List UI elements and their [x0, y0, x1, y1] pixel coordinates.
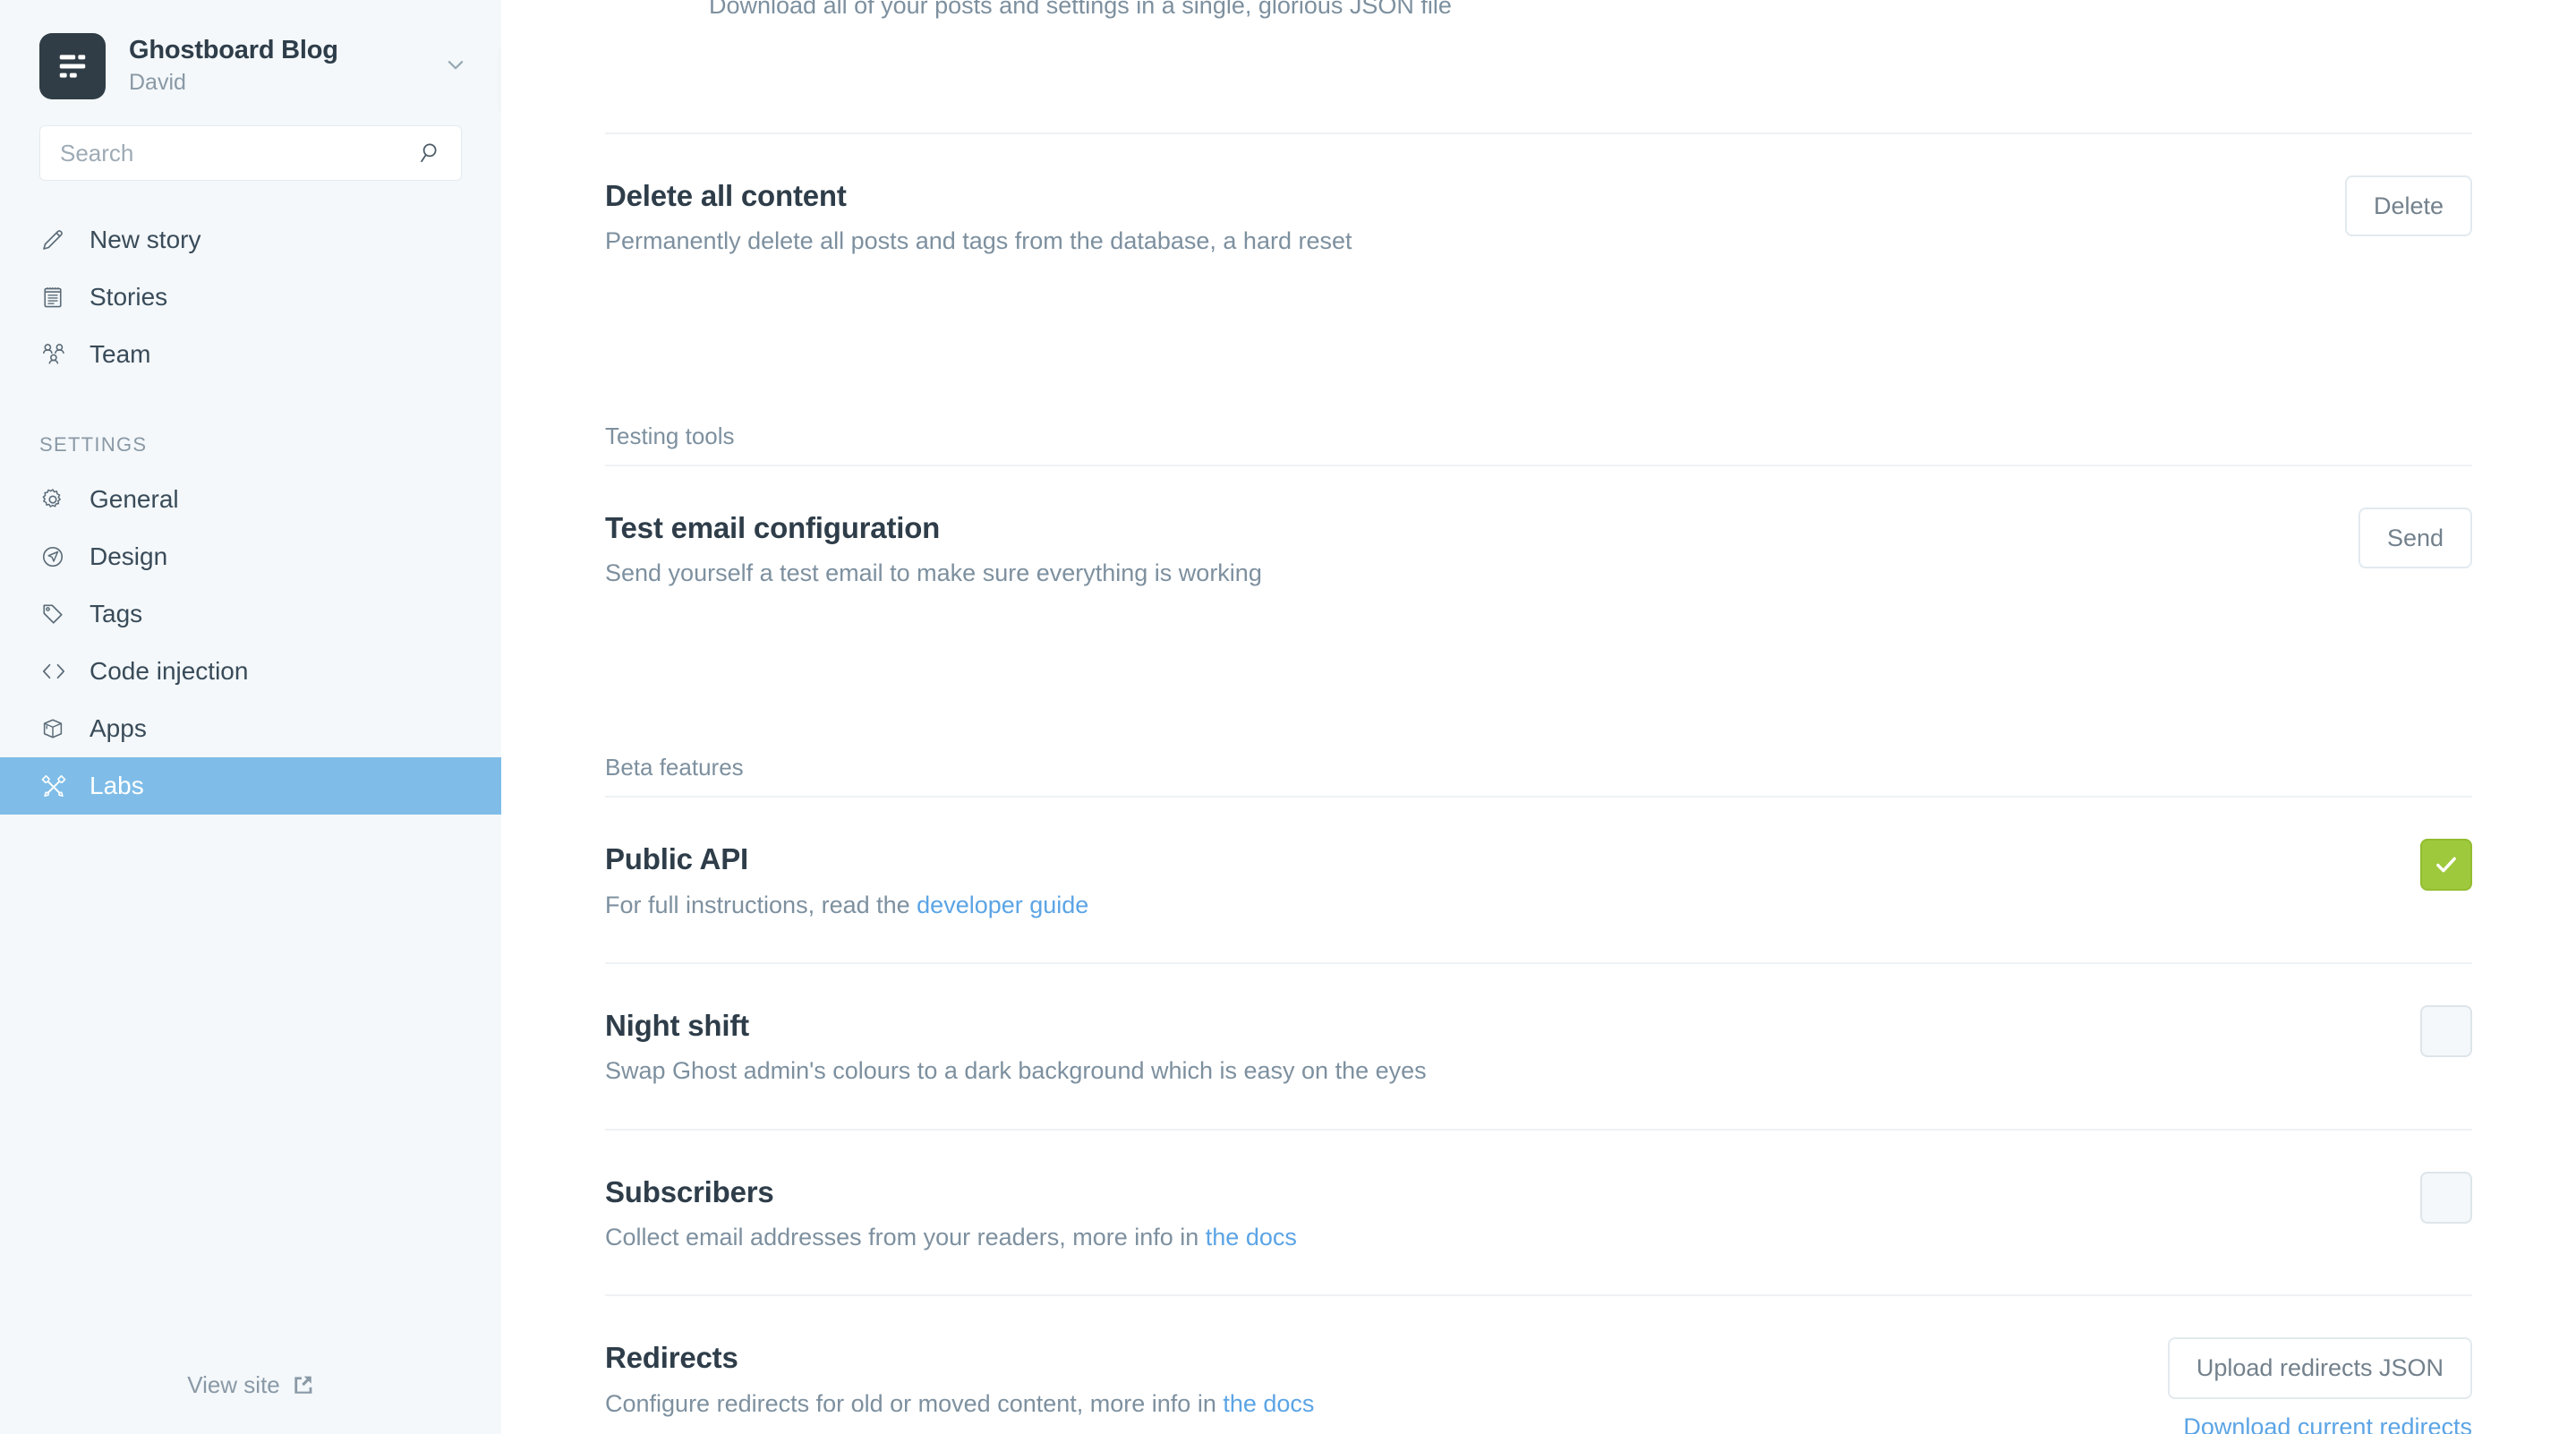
delete-row-title: Delete all content [605, 179, 847, 212]
beta-features-label: Beta features [605, 754, 744, 781]
test-email-title: Test email configuration [605, 510, 941, 544]
send-test-email-button[interactable]: Send [2358, 507, 2472, 569]
view-site-link[interactable]: View site [0, 1336, 501, 1434]
section-gap-2 [605, 630, 2472, 729]
tag-icon [39, 601, 75, 627]
beta-features-heading: Beta features [605, 729, 2472, 798]
public-api-row: Public API For full instructions, read t… [605, 798, 2472, 965]
public-api-desc-prefix: For full instructions, read the [605, 891, 917, 918]
code-brackets-icon [39, 657, 75, 686]
sidebar-item-tags[interactable]: Tags [0, 585, 501, 643]
developer-guide-link[interactable]: developer guide [917, 892, 1088, 918]
blog-title: Ghostboard Blog [129, 35, 338, 64]
sidebar-item-label: Team [90, 340, 151, 368]
sidebar-item-label: Stories [90, 283, 168, 311]
download-redirects-link[interactable]: Download current redirects [2183, 1413, 2472, 1434]
sidebar-item-label: Tags [90, 600, 143, 627]
redirects-text: Redirects Configure redirects for old or… [605, 1337, 2123, 1420]
primary-nav: New story Stories Team SETTINGS General … [0, 211, 501, 815]
sidebar-item-apps[interactable]: Apps [0, 700, 501, 757]
redirects-title: Redirects [605, 1341, 738, 1375]
public-api-description: For full instructions, read the develope… [605, 889, 2376, 921]
notepad-icon [39, 284, 75, 311]
chevron-down-icon[interactable] [431, 49, 471, 84]
public-api-checkbox[interactable] [2420, 839, 2472, 892]
subscribers-desc-prefix: Collect email addresses from your reader… [605, 1224, 1206, 1250]
sidebar-item-label: Apps [90, 714, 147, 742]
redirects-action: Upload redirects JSON Download current r… [2123, 1337, 2472, 1434]
search-box[interactable] [39, 125, 462, 181]
external-link-icon [291, 1373, 314, 1396]
testing-tools-label: Testing tools [605, 422, 735, 449]
export-row-description: Download all of your posts and settings … [709, 0, 1452, 19]
testing-tools-heading: Testing tools [605, 397, 2472, 466]
delete-row-text: Delete all content Permanently delete al… [605, 175, 2300, 258]
export-content-row: Download all of your posts and settings … [605, 0, 2472, 134]
night-shift-text: Night shift Swap Ghost admin's colours t… [605, 1005, 2376, 1088]
blog-user: David [129, 69, 186, 95]
subscribers-action [2376, 1171, 2472, 1224]
sidebar-item-design[interactable]: Design [0, 528, 501, 585]
night-shift-checkbox[interactable] [2420, 1005, 2472, 1058]
sidebar-item-general[interactable]: General [0, 471, 501, 528]
night-shift-title: Night shift [605, 1009, 749, 1043]
public-api-action [2376, 839, 2472, 892]
subscribers-description: Collect email addresses from your reader… [605, 1221, 2376, 1253]
sidebar-item-stories[interactable]: Stories [0, 269, 501, 326]
delete-button[interactable]: Delete [2344, 175, 2472, 237]
blog-identity: Ghostboard Blog David [129, 36, 431, 98]
sidebar-item-new-story[interactable]: New story [0, 211, 501, 269]
app-root: Ghostboard Blog David Search New story S… [0, 0, 2576, 1434]
test-email-row: Test email configuration Send yourself a… [605, 466, 2472, 631]
delete-all-content-row: Delete all content Permanently delete al… [605, 134, 2472, 299]
sidebar-item-label: Labs [90, 772, 144, 799]
search-icon[interactable] [418, 140, 445, 166]
ghost-logo-icon [39, 33, 106, 99]
upload-redirects-button[interactable]: Upload redirects JSON [2167, 1337, 2472, 1399]
sidebar-item-code-injection[interactable]: Code injection [0, 643, 501, 700]
sidebar-item-label: Design [90, 542, 168, 570]
night-shift-action [2376, 1005, 2472, 1058]
delete-row-description: Permanently delete all posts and tags fr… [605, 227, 1352, 255]
search-container [0, 100, 501, 181]
sidebar-item-label: Code injection [90, 657, 249, 685]
gear-icon [39, 486, 75, 513]
delete-row-action: Delete [2300, 175, 2472, 237]
test-email-description: Send yourself a test email to make sure … [605, 559, 1262, 586]
sidebar-item-label: General [90, 485, 179, 513]
public-api-title: Public API [605, 842, 748, 876]
subscribers-row: Subscribers Collect email addresses from… [605, 1131, 2472, 1297]
redirects-row: Redirects Configure redirects for old or… [605, 1296, 2472, 1434]
compass-icon [39, 543, 75, 570]
test-email-text: Test email configuration Send yourself a… [605, 508, 2314, 590]
sidebar-item-team[interactable]: Team [0, 326, 501, 383]
sidebar-item-label: New story [90, 226, 201, 253]
main-content: Download all of your posts and settings … [501, 0, 2576, 1434]
subscribers-text: Subscribers Collect email addresses from… [605, 1172, 2376, 1254]
sidebar-item-labs[interactable]: Labs [0, 757, 501, 815]
night-shift-description: Swap Ghost admin's colours to a dark bac… [605, 1057, 1427, 1085]
redirects-description: Configure redirects for old or moved con… [605, 1387, 2123, 1420]
subscribers-title: Subscribers [605, 1174, 774, 1208]
redirects-desc-prefix: Configure redirects for old or moved con… [605, 1389, 1224, 1417]
redirects-docs-link[interactable]: the docs [1223, 1390, 1314, 1417]
sidebar: Ghostboard Blog David Search New story S… [0, 0, 527, 1434]
blog-switcher[interactable]: Ghostboard Blog David [0, 0, 501, 100]
public-api-text: Public API For full instructions, read t… [605, 839, 2376, 921]
sidebar-section-heading: SETTINGS [39, 433, 148, 456]
settings-list: Download all of your posts and settings … [501, 0, 2576, 1434]
box-icon [39, 715, 75, 742]
wrench-screwdriver-icon [39, 772, 75, 800]
view-site-label: View site [187, 1370, 280, 1398]
pencil-icon [39, 226, 75, 253]
night-shift-row: Night shift Swap Ghost admin's colours t… [605, 964, 2472, 1131]
subscribers-checkbox[interactable] [2420, 1171, 2472, 1224]
test-email-action: Send [2314, 507, 2472, 569]
team-icon [39, 340, 75, 369]
subscribers-docs-link[interactable]: the docs [1206, 1224, 1297, 1250]
search-input[interactable] [60, 139, 418, 167]
